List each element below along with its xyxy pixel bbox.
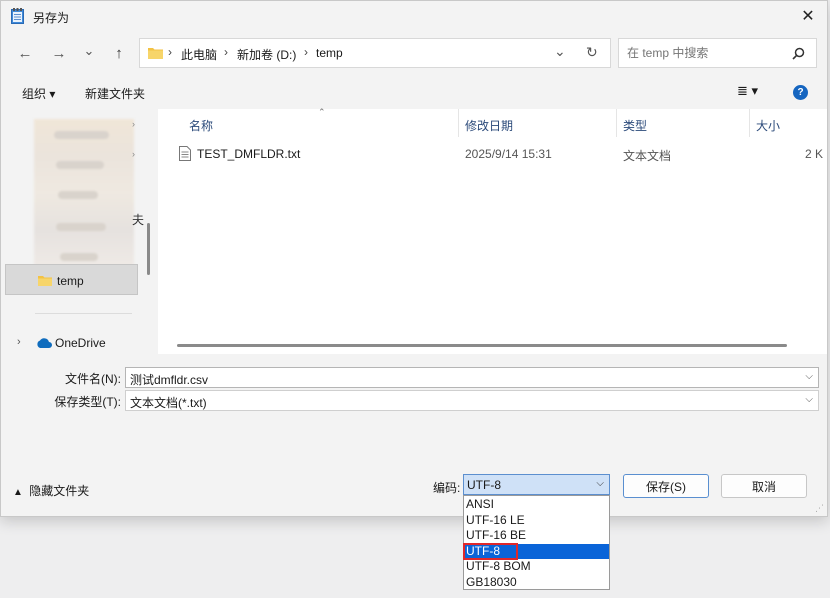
refresh-icon[interactable]: ↻ — [586, 44, 598, 61]
chevron-down-icon[interactable]: ⌵ — [805, 394, 813, 405]
chevron-down-icon[interactable]: ⌵ — [805, 371, 813, 382]
chevron-down-icon: ⌵ — [596, 478, 604, 489]
filetype-value: 文本文档(*.txt) — [130, 396, 207, 410]
nav-pane-scrollbar[interactable] — [147, 223, 150, 275]
new-folder-button[interactable]: 新建文件夹 — [85, 85, 145, 102]
resize-grip-icon[interactable]: ⋰ — [815, 503, 824, 514]
navigation-pane[interactable]: › › 夫 — [4, 109, 156, 354]
cancel-button[interactable]: 取消 — [721, 474, 807, 498]
breadcrumb-drive-d[interactable]: 新加卷 (D:) — [237, 46, 296, 63]
command-bar: 组织 ▾ 新建文件夹 ≣ ▾ — [1, 78, 827, 108]
encoding-option-utf8-bom[interactable]: UTF-8 BOM — [464, 559, 609, 575]
save-button[interactable]: 保存(S) — [623, 474, 709, 498]
breadcrumb-separator: › — [168, 45, 172, 59]
up-button[interactable]: ↑ — [107, 41, 131, 65]
encoding-option-ansi[interactable]: ANSI — [464, 497, 609, 513]
column-divider — [458, 109, 459, 137]
filename-field[interactable]: 测试dmfldr.csv ⌵ — [125, 367, 819, 388]
partial-label: 夫 — [132, 213, 145, 227]
hide-folders-toggle[interactable]: ▲ 隐藏文件夹 — [13, 482, 89, 499]
sidebar-item-temp[interactable]: temp — [5, 264, 138, 295]
filetype-label: 保存类型(T): — [54, 395, 121, 409]
hide-folders-label: 隐藏文件夹 — [29, 484, 90, 498]
search-box[interactable] — [618, 38, 817, 68]
recent-locations-button[interactable]: ⌄ — [77, 39, 101, 63]
encoding-option-utf16be[interactable]: UTF-16 BE — [464, 528, 609, 544]
window-title: 另存为 — [33, 11, 70, 25]
search-input[interactable] — [625, 45, 779, 61]
sort-ascending-icon: ⌃ — [318, 107, 326, 117]
close-button[interactable]: ✕ — [791, 4, 825, 28]
view-options-button[interactable]: ≣ ▾ — [737, 83, 758, 99]
encoding-label: 编码: — [433, 481, 461, 495]
expand-chevron-icon: › — [17, 336, 21, 348]
column-divider — [749, 109, 750, 137]
folder-icon — [148, 48, 163, 59]
forward-button[interactable]: → — [47, 41, 71, 65]
breadcrumb-separator: › — [304, 45, 308, 59]
notepad-icon — [11, 8, 24, 24]
back-arrow-icon: ← — [17, 44, 33, 62]
chevron-down-icon: ⌄ — [83, 43, 95, 58]
save-as-dialog: 另存为 ✕ ← → ⌄ ↑ › 此电脑 › 新加卷 (D:) › temp ⌄ … — [0, 0, 828, 517]
back-button[interactable]: ← — [13, 41, 37, 65]
breadcrumb-this-pc[interactable]: 此电脑 — [181, 46, 217, 63]
table-row[interactable]: TEST_DMFLDR.txt 2025/9/14 15:31 文本文档 2 K — [158, 141, 827, 165]
column-header-type[interactable]: 类型 — [623, 117, 647, 134]
file-size: 2 K — [805, 147, 824, 161]
help-icon[interactable]: ? — [793, 85, 808, 100]
address-dropdown-icon[interactable]: ⌄ — [554, 43, 566, 60]
file-type: 文本文档 — [623, 149, 672, 163]
column-header-modified[interactable]: 修改日期 — [465, 117, 513, 134]
organize-menu[interactable]: 组织 ▾ — [22, 85, 55, 102]
filename-value: 测试dmfldr.csv — [130, 373, 209, 387]
filename-label: 文件名(N): — [65, 372, 121, 386]
text-file-icon — [179, 146, 191, 161]
title-bar: 另存为 ✕ — [1, 1, 827, 32]
folder-icon — [38, 276, 52, 286]
filetype-select[interactable]: 文本文档(*.txt) ⌵ — [125, 390, 819, 411]
expand-chevron-icon: › — [132, 119, 135, 129]
address-bar[interactable]: › 此电脑 › 新加卷 (D:) › temp ⌄ ↻ — [139, 38, 611, 68]
breadcrumb-separator: › — [224, 45, 228, 59]
search-icon — [792, 47, 805, 60]
file-name: TEST_DMFLDR.txt — [197, 147, 301, 161]
divider — [35, 313, 132, 314]
close-icon: ✕ — [801, 8, 815, 25]
column-header-size[interactable]: 大小 — [756, 117, 780, 134]
chevron-up-icon: ▲ — [13, 487, 23, 498]
cloud-icon — [37, 338, 52, 348]
breadcrumb-temp[interactable]: temp — [316, 46, 343, 60]
sidebar-item-label: temp — [57, 274, 84, 288]
forward-arrow-icon: → — [51, 44, 67, 62]
highlight-annotation — [463, 543, 518, 560]
footer-bar: ▲ 隐藏文件夹 编码: 保存(S) 取消 — [1, 454, 827, 516]
encoding-select[interactable]: UTF-8 ⌵ — [463, 474, 610, 495]
expand-chevron-icon: › — [132, 149, 135, 159]
file-modified: 2025/9/14 15:31 — [465, 147, 552, 161]
blurred-nav-items — [34, 119, 134, 267]
encoding-option-gb18030[interactable]: GB18030 — [464, 575, 609, 591]
sidebar-item-onedrive[interactable]: › OneDrive — [5, 334, 140, 352]
encoding-option-utf16le[interactable]: UTF-16 LE — [464, 513, 609, 529]
encoding-value: UTF-8 — [467, 478, 501, 492]
sidebar-item-label: OneDrive — [55, 336, 106, 350]
column-divider — [616, 109, 617, 137]
file-list-scrollbar[interactable] — [177, 344, 787, 347]
column-header-name[interactable]: 名称 — [189, 117, 213, 134]
up-arrow-icon: ↑ — [115, 44, 123, 62]
file-list[interactable]: ⌃ 名称 修改日期 类型 大小 TEST_DMFLDR.txt 2025/9/1… — [158, 107, 827, 354]
